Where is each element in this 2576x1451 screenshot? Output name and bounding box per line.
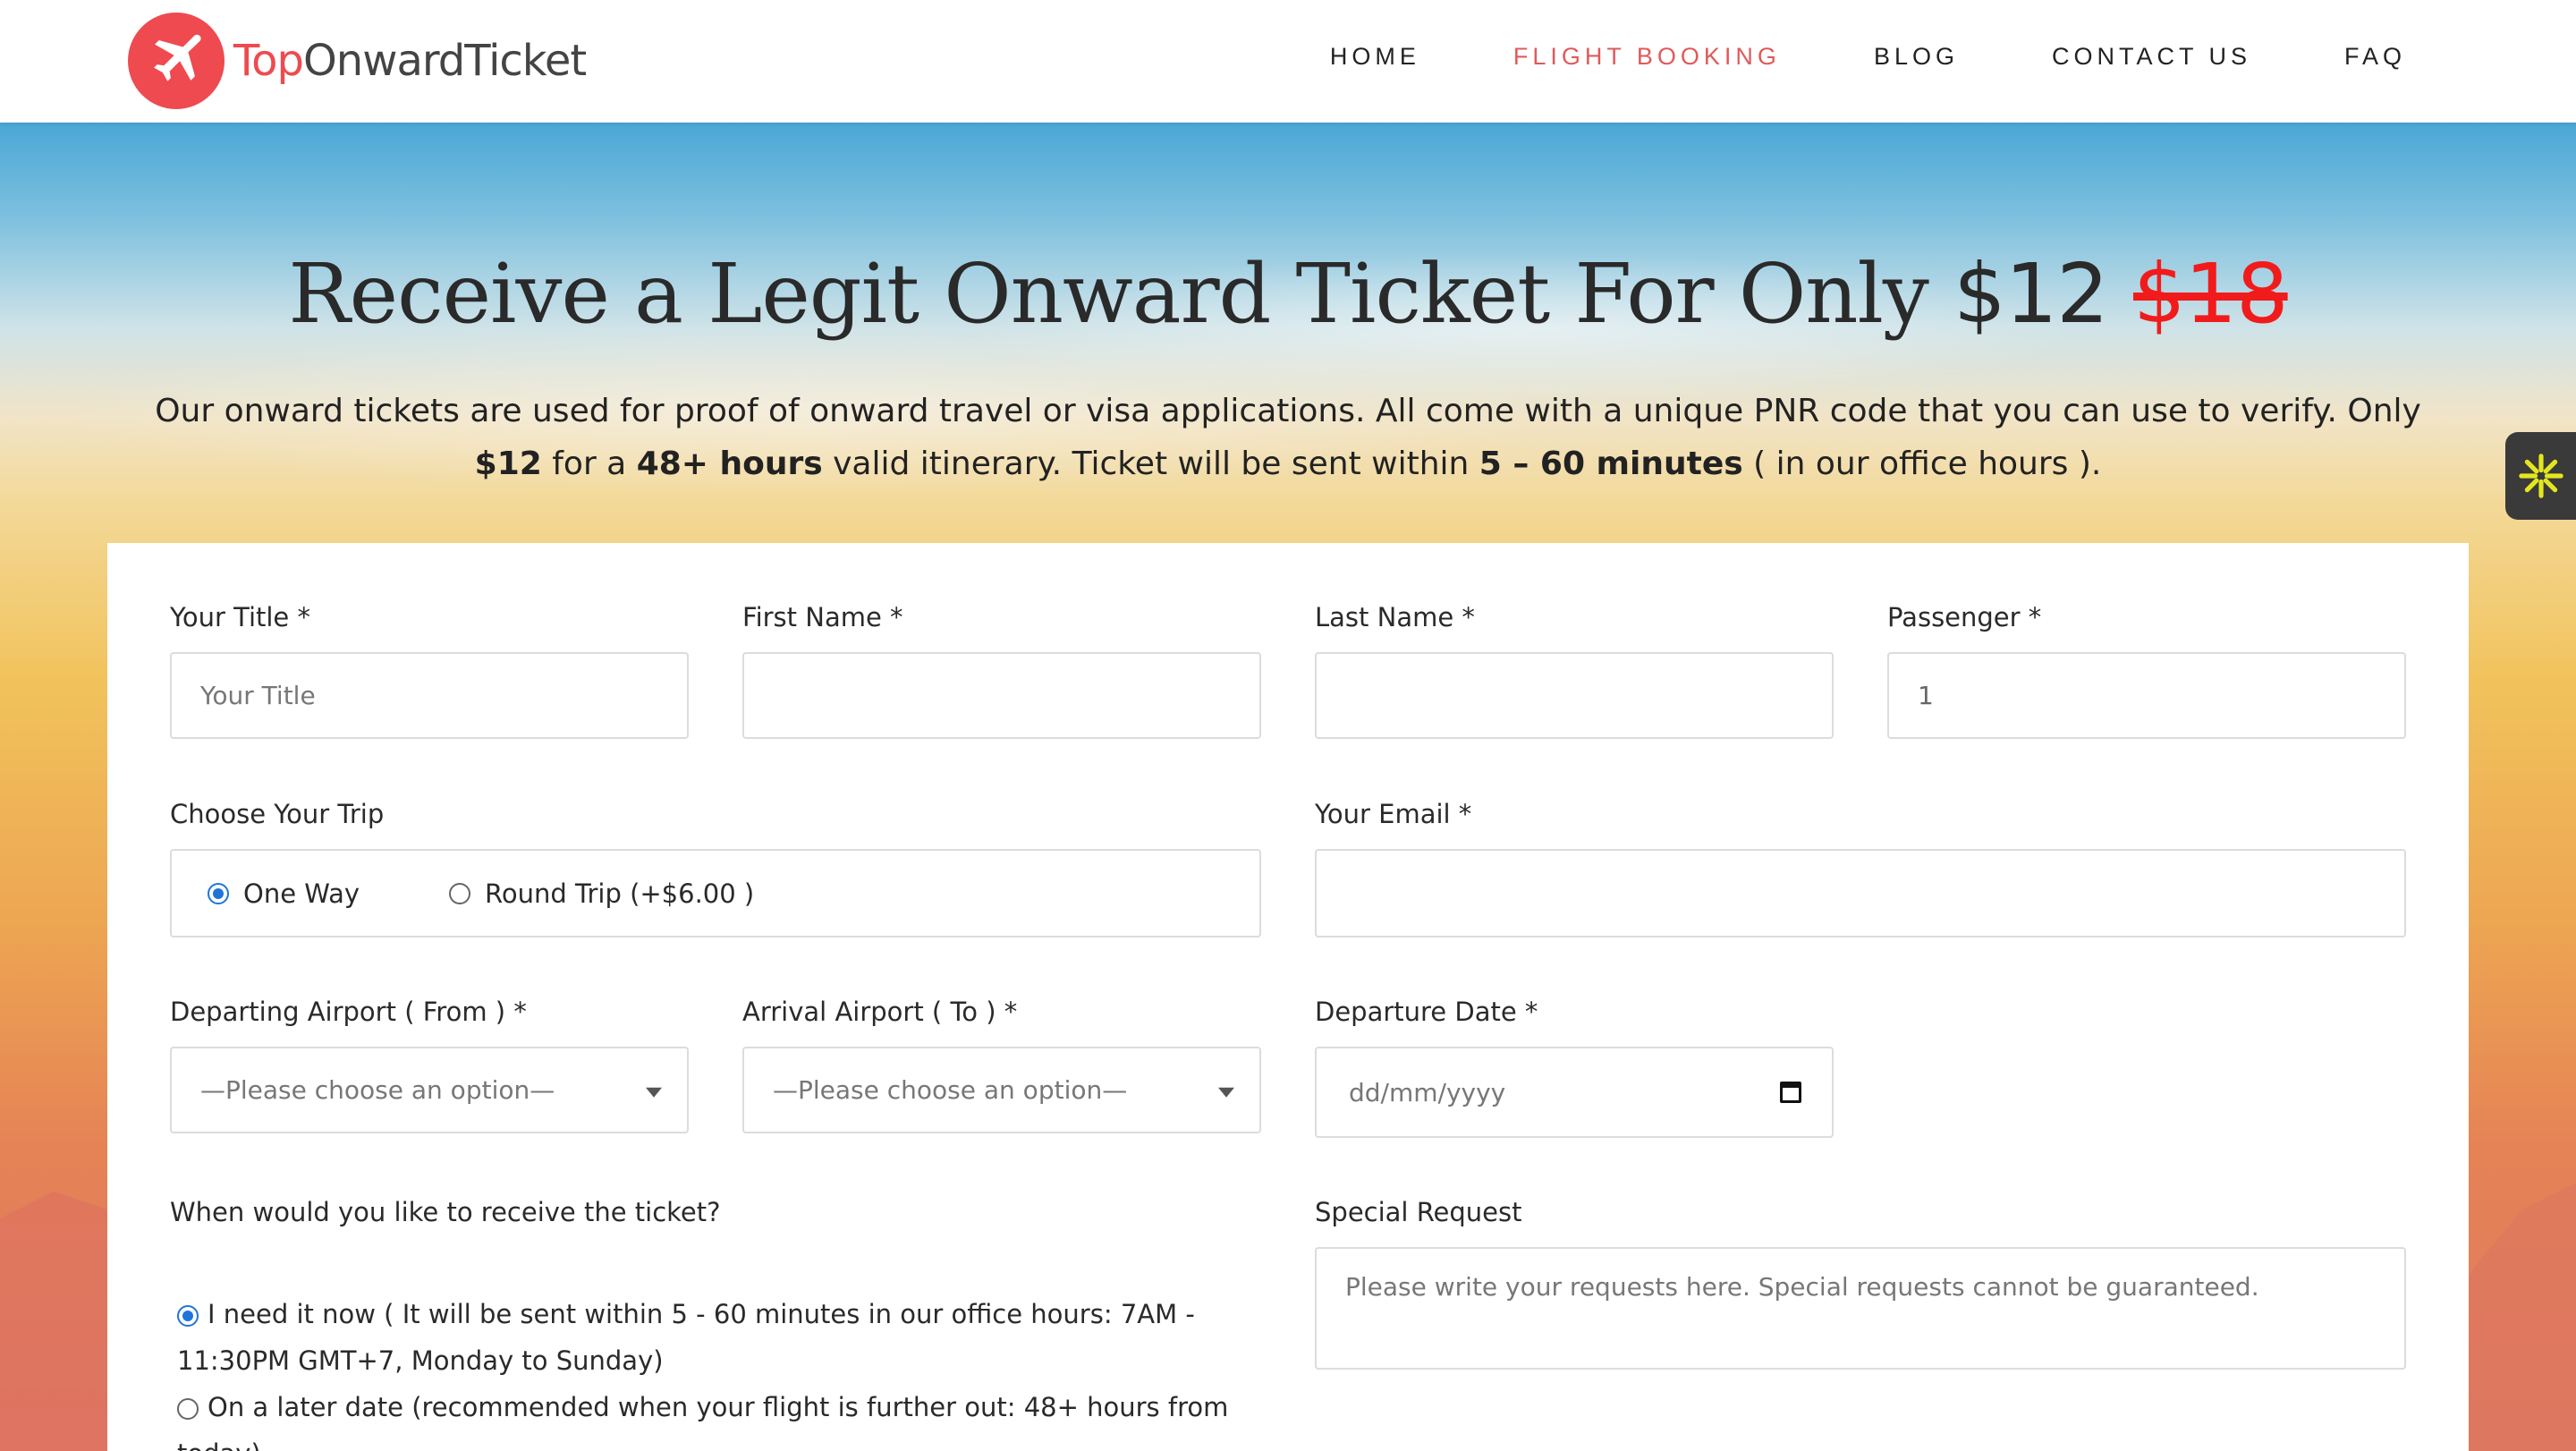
trip-label: Choose Your Trip [170,799,385,829]
passenger-input[interactable]: 1 [1887,652,2406,739]
departing-select[interactable]: —Please choose an option— [170,1047,689,1133]
departing-selected-value: —Please choose an option— [200,1075,555,1105]
nav-blog[interactable]: BLOG [1874,43,1959,71]
receive-later-radio[interactable] [177,1398,199,1420]
trip-radio-group: One Way Round Trip (+$6.00 ) [170,849,1261,938]
arrival-selected-value: —Please choose an option— [773,1075,1128,1105]
special-request-placeholder: Please write your requests here. Special… [1345,1272,2259,1302]
trip-option-round-trip[interactable]: Round Trip (+$6.00 ) [449,878,754,909]
round-trip-radio[interactable] [449,882,471,904]
nav-flight-booking[interactable]: FLIGHT BOOKING [1513,43,1781,71]
arrival-select[interactable]: —Please choose an option— [742,1047,1261,1133]
departure-date-label: Departure Date * [1315,997,1538,1027]
receive-option-now[interactable]: I need it now ( It will be sent within 5… [177,1291,1268,1384]
top-navbar: TopOnwardTicket HOME FLIGHT BOOKING BLOG… [0,0,2576,123]
arrival-label: Arrival Airport ( To ) * [742,997,1018,1027]
first-name-label: First Name * [742,602,903,632]
site-logo[interactable]: TopOnwardTicket [128,13,587,109]
trip-option-one-way[interactable]: One Way [208,878,360,909]
date-placeholder: dd/mm/yyyy [1349,1077,1506,1107]
calendar-icon[interactable] [1780,1082,1801,1103]
departure-date-input[interactable]: dd/mm/yyyy [1315,1047,1834,1138]
email-input[interactable] [1315,849,2406,938]
passenger-label: Passenger * [1887,602,2042,632]
first-name-input[interactable] [742,652,1261,739]
old-price: $18 [2133,246,2289,342]
sparkle-icon [2518,454,2563,498]
title-input[interactable]: Your Title [170,652,689,739]
chevron-down-icon [1218,1087,1234,1098]
email-label: Your Email * [1315,799,1472,829]
airplane-icon [128,13,225,109]
nav-home[interactable]: HOME [1330,43,1420,71]
hero-subtitle: Our onward tickets are used for proof of… [155,393,2421,482]
title-label: Your Title * [170,602,310,632]
last-name-input[interactable] [1315,652,1834,739]
chevron-down-icon [646,1087,662,1098]
title-placeholder: Your Title [200,681,316,710]
nav-contact-us[interactable]: CONTACT US [2052,43,2251,71]
brand-name: TopOnwardTicket [233,36,587,86]
hero-headline: Receive a Legit Onward Ticket For Only $… [288,246,2289,342]
main-nav: HOME FLIGHT BOOKING BLOG CONTACT US FAQ [1330,43,2406,71]
one-way-radio[interactable] [208,882,229,904]
passenger-value: 1 [1918,681,1934,710]
side-widget-button[interactable] [2505,432,2576,520]
nav-faq[interactable]: FAQ [2344,43,2406,71]
last-name-label: Last Name * [1315,602,1475,632]
receive-now-radio[interactable] [177,1305,199,1327]
departing-label: Departing Airport ( From ) * [170,997,527,1027]
receive-option-later[interactable]: On a later date (recommended when your f… [177,1384,1268,1451]
receive-label: When would you like to receive the ticke… [170,1197,721,1227]
special-request-textarea[interactable]: Please write your requests here. Special… [1315,1247,2406,1370]
booking-form: Your Title * Your Title First Name * Las… [107,543,2469,1451]
special-request-label: Special Request [1315,1197,1522,1227]
